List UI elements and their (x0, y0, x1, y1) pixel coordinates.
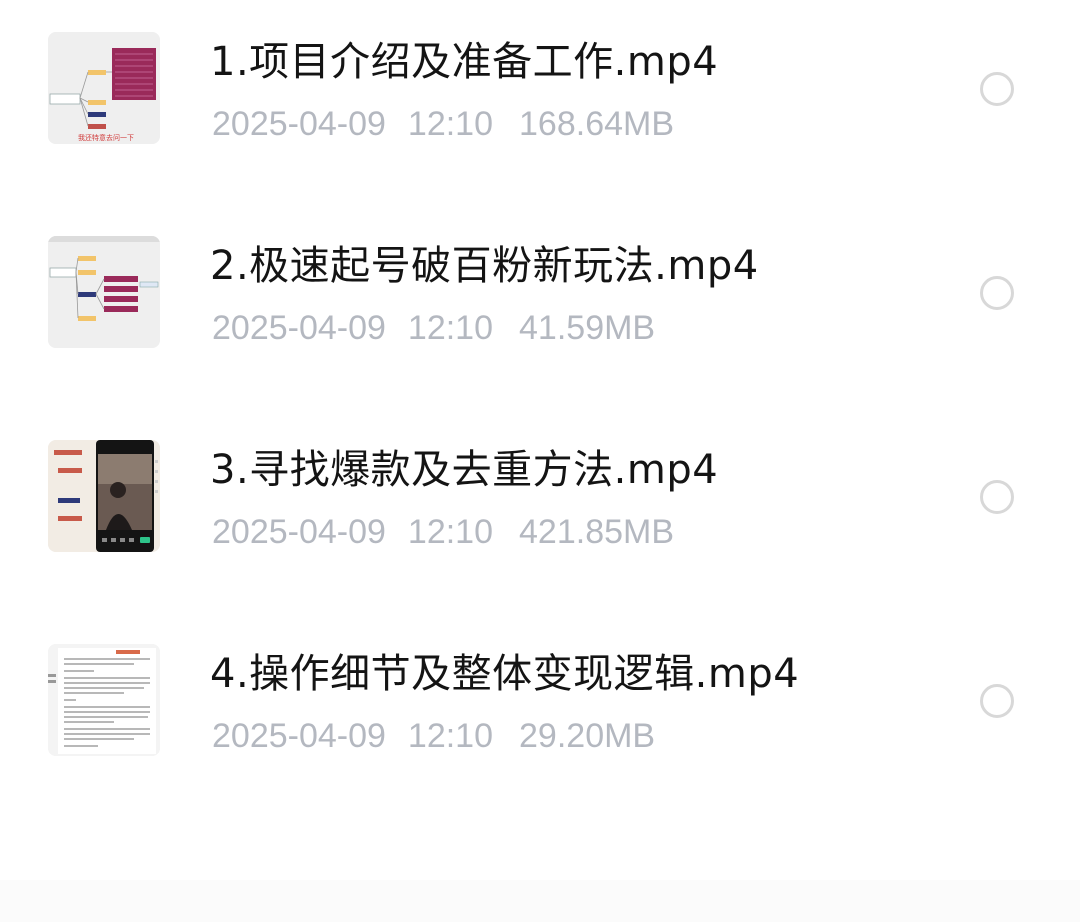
file-date: 2025-04-09 (212, 309, 386, 347)
mindmap-thumbnail-icon: 我还特意去问一下 (48, 32, 160, 144)
bottom-bar (0, 880, 1080, 922)
file-item-1[interactable]: 我还特意去问一下 1.项目介绍及准备工作.mp4 2025-04-09 12:10… (0, 0, 1080, 170)
file-meta: 2025-04-09 12:10 41.59MB (212, 306, 655, 350)
file-date: 2025-04-09 (212, 717, 386, 755)
file-meta: 2025-04-09 12:10 421.85MB (212, 510, 674, 554)
file-size: 168.64MB (519, 105, 675, 143)
file-name: 3.寻找爆款及去重方法.mp4 (210, 447, 719, 493)
file-size: 421.85MB (519, 513, 675, 551)
file-name: 1.项目介绍及准备工作.mp4 (210, 39, 719, 85)
file-time: 12:10 (407, 105, 494, 143)
mindmap-thumbnail-icon (48, 236, 160, 348)
file-time: 12:10 (407, 309, 494, 347)
file-size: 29.20MB (519, 717, 656, 755)
file-item-2[interactable]: 2.极速起号破百粉新玩法.mp4 2025-04-09 12:10 41.59MB (0, 204, 1080, 374)
thumbnail-caption: 我还特意去问一下 (78, 133, 134, 142)
file-date: 2025-04-09 (212, 105, 386, 143)
file-time: 12:10 (407, 513, 494, 551)
file-name: 2.极速起号破百粉新玩法.mp4 (210, 243, 759, 289)
document-thumbnail-icon (48, 644, 160, 756)
select-radio[interactable] (980, 276, 1014, 310)
file-item-3[interactable]: 3.寻找爆款及去重方法.mp4 2025-04-09 12:10 421.85MB (0, 408, 1080, 578)
file-meta: 2025-04-09 12:10 168.64MB (212, 102, 674, 146)
phone-video-thumbnail-icon (48, 440, 160, 552)
select-radio[interactable] (980, 480, 1014, 514)
file-time: 12:10 (407, 717, 494, 755)
file-size: 41.59MB (519, 309, 656, 347)
file-date: 2025-04-09 (212, 513, 386, 551)
select-radio[interactable] (980, 684, 1014, 718)
file-name: 4.操作细节及整体变现逻辑.mp4 (210, 651, 800, 697)
file-item-4[interactable]: 4.操作细节及整体变现逻辑.mp4 2025-04-09 12:10 29.20MB (0, 612, 1080, 782)
file-list: 我还特意去问一下 1.项目介绍及准备工作.mp4 2025-04-09 12:10… (0, 0, 1080, 880)
select-radio[interactable] (980, 72, 1014, 106)
file-meta: 2025-04-09 12:10 29.20MB (212, 714, 655, 758)
